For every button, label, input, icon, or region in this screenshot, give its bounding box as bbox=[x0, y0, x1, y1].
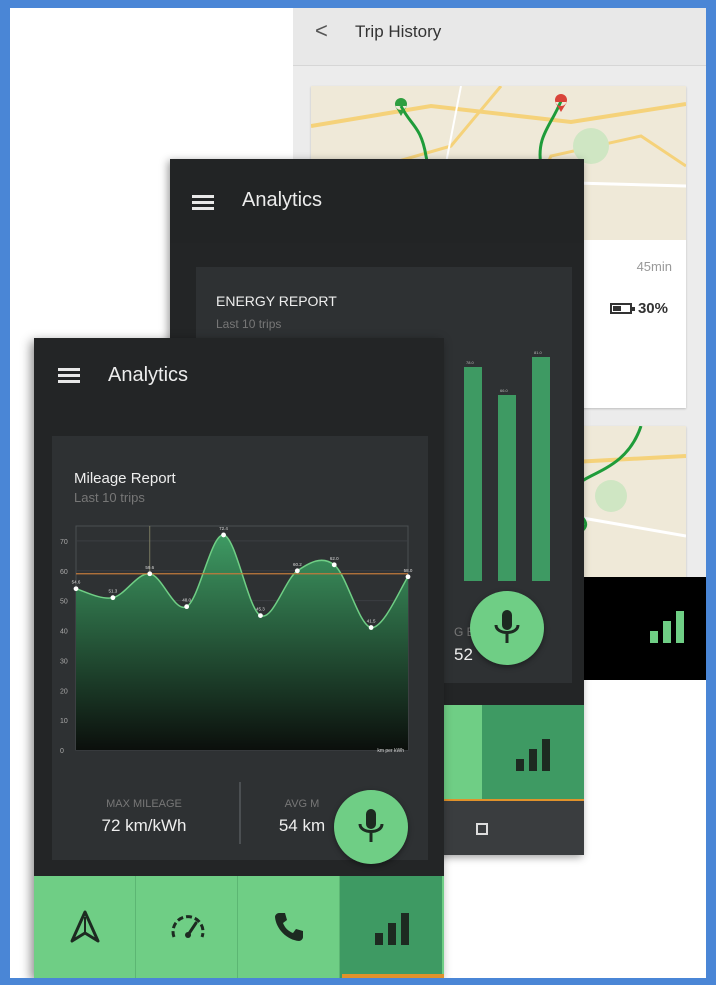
card-title: ENERGY REPORT bbox=[216, 293, 337, 309]
trip-duration: 45min bbox=[636, 259, 672, 274]
data-point bbox=[331, 562, 337, 568]
microphone-icon bbox=[494, 610, 520, 643]
app-header: Analytics bbox=[34, 338, 444, 418]
speedometer-icon bbox=[171, 915, 205, 938]
max-mileage-value: 72 km/kWh bbox=[101, 816, 187, 835]
data-point bbox=[368, 625, 374, 630]
app-title: Analytics bbox=[108, 364, 189, 386]
card-subtitle: Last 10 trips bbox=[216, 317, 282, 331]
y-tick-label: 30 bbox=[60, 658, 68, 665]
y-tick-label: 40 bbox=[60, 629, 68, 636]
energy-bar-label: 66.0 bbox=[500, 388, 508, 393]
bar-chart-icon[interactable] bbox=[648, 607, 688, 647]
data-point-label: 62.0 bbox=[330, 556, 339, 561]
page-title: Trip History bbox=[355, 22, 442, 41]
card-title: Mileage Report bbox=[74, 470, 176, 487]
screenshot-canvas: < Trip History 45min 30% Analytics ENERG… bbox=[10, 8, 706, 978]
mileage-chart: 0 10 20 30 40 50 60 70 54.6 51.3 59.6 48.0 72.4 45.3… bbox=[60, 525, 413, 755]
energy-bar-label: 81.0 bbox=[534, 350, 542, 355]
trip-history-header: < Trip History bbox=[293, 8, 706, 66]
data-point-label: 54.6 bbox=[72, 580, 81, 585]
active-tab-indicator bbox=[342, 974, 444, 978]
data-point-label: 41.5 bbox=[367, 619, 376, 624]
data-point bbox=[221, 532, 226, 538]
data-point-label: 58.0 bbox=[404, 568, 413, 573]
nav-item-analytics[interactable] bbox=[340, 876, 442, 978]
data-point bbox=[110, 595, 116, 601]
y-tick-label: 70 bbox=[60, 539, 68, 546]
data-point bbox=[73, 586, 79, 592]
app-header: Analytics bbox=[170, 159, 584, 243]
recent-apps-icon[interactable] bbox=[476, 823, 488, 835]
data-point-label: 48.0 bbox=[182, 598, 191, 603]
max-mileage-label: MAX MILEAGE bbox=[106, 798, 182, 810]
phone-icon bbox=[275, 913, 303, 941]
data-point-label: 59.6 bbox=[145, 565, 154, 570]
menu-icon[interactable] bbox=[192, 195, 214, 211]
battery-icon bbox=[609, 303, 635, 314]
energy-bar bbox=[532, 357, 550, 581]
nav-item-speed[interactable] bbox=[136, 876, 238, 978]
bar-chart-icon bbox=[375, 913, 409, 945]
energy-bar bbox=[498, 395, 516, 581]
app-title: Analytics bbox=[242, 189, 323, 211]
mileage-area bbox=[76, 534, 408, 750]
data-point-label: 72.4 bbox=[219, 526, 228, 531]
data-point bbox=[147, 571, 153, 577]
data-point bbox=[184, 604, 190, 610]
y-tick-label: 60 bbox=[60, 569, 68, 576]
chevron-left-icon[interactable]: < bbox=[315, 18, 328, 44]
nav-item-analytics[interactable] bbox=[482, 705, 584, 799]
bottom-nav bbox=[34, 876, 444, 978]
mileage-analytics-screen: Analytics Mileage Report Last 10 trips 0… bbox=[34, 338, 444, 978]
data-point-label: 60.2 bbox=[293, 562, 302, 567]
nav-item-phone[interactable] bbox=[238, 876, 340, 978]
menu-icon[interactable] bbox=[58, 368, 80, 384]
voice-command-button[interactable] bbox=[470, 591, 544, 665]
chart-unit-label: km per kWh bbox=[377, 748, 404, 754]
data-point bbox=[405, 574, 411, 580]
data-point bbox=[258, 613, 263, 618]
avg-energy-value: 52 bbox=[454, 645, 473, 664]
battery-value: 30% bbox=[637, 300, 668, 317]
data-point-label: 51.3 bbox=[109, 589, 118, 594]
y-tick-label: 50 bbox=[60, 599, 68, 606]
y-tick-label: 0 bbox=[60, 748, 64, 755]
nav-item-navigation[interactable] bbox=[34, 876, 136, 978]
data-point-label: 45.3 bbox=[256, 607, 265, 612]
energy-bar-label: 78.0 bbox=[466, 360, 474, 365]
y-tick-label: 20 bbox=[60, 688, 68, 695]
voice-command-button[interactable] bbox=[334, 790, 408, 864]
trip-battery: 30% bbox=[609, 300, 668, 317]
data-point bbox=[294, 568, 300, 574]
microphone-icon bbox=[358, 809, 384, 842]
navigation-arrow-icon bbox=[70, 910, 100, 943]
y-tick-label: 10 bbox=[60, 718, 68, 725]
bar-chart-icon bbox=[516, 739, 550, 771]
card-subtitle: Last 10 trips bbox=[74, 490, 145, 505]
energy-bar bbox=[464, 367, 482, 581]
